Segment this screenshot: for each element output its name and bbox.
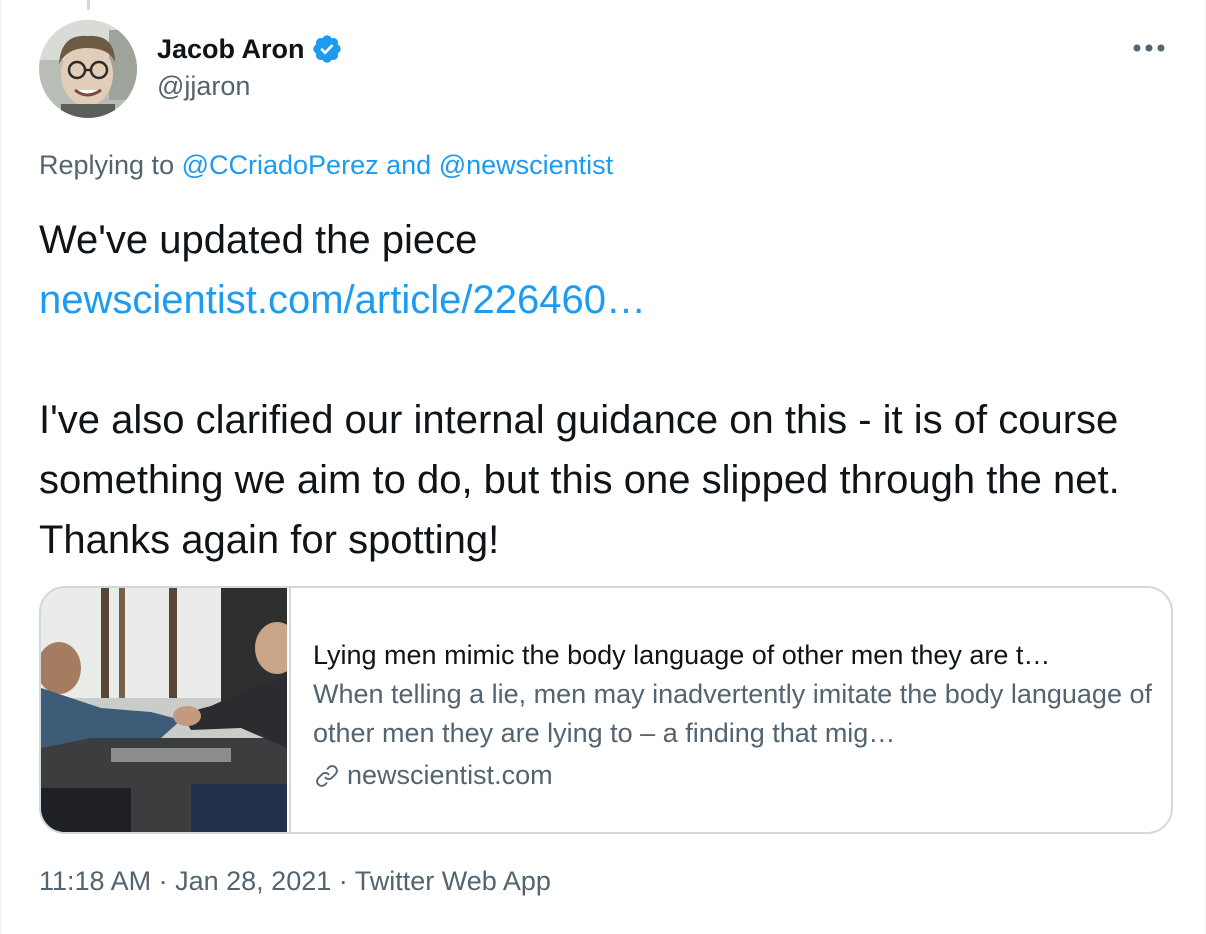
card-title: Lying men mimic the body language of oth… (313, 640, 1051, 670)
author-handle[interactable]: @jjaron (157, 71, 343, 102)
replying-prefix: Replying to (39, 150, 175, 180)
replying-to: Replying to @CCriadoPerez and @newscient… (39, 150, 613, 181)
tweet-article-link[interactable]: newscientist.com/article/226460… (39, 278, 646, 322)
tweet-text: We've updated the piece newscientist.com… (39, 210, 1149, 570)
reply-joiner: and (386, 150, 432, 180)
reply-user-link-2[interactable]: @newscientist (439, 150, 613, 180)
link-preview-card[interactable]: Lying men mimic the body language of oth… (39, 586, 1173, 834)
card-image (41, 588, 291, 832)
tweet-date[interactable]: Jan 28, 2021 (175, 866, 331, 896)
reply-user-link-1[interactable]: @CCriadoPerez (182, 150, 379, 180)
card-domain-row: newscientist.com (313, 756, 1151, 795)
link-icon (316, 764, 338, 787)
author-display-name[interactable]: Jacob Aron (157, 34, 305, 65)
tweet-paragraph-2: I've also clarified our internal guidanc… (39, 398, 1120, 562)
tweet-line-1: We've updated the piece (39, 218, 478, 262)
tweet-metadata: 11:18 AM · Jan 28, 2021 · Twitter Web Ap… (39, 866, 551, 897)
card-description: When telling a lie, men may inadvertentl… (313, 679, 1152, 748)
author-avatar[interactable] (39, 20, 137, 118)
more-options-icon (1133, 44, 1165, 52)
card-domain: newscientist.com (347, 760, 553, 790)
thread-connector-line (87, 0, 90, 10)
avatar-photo-icon (39, 20, 137, 118)
tweet-source[interactable]: Twitter Web App (355, 866, 551, 896)
tweet-time[interactable]: 11:18 AM (39, 866, 151, 896)
name-row: Jacob Aron (157, 30, 343, 68)
author-info: Jacob Aron @jjaron (157, 30, 343, 102)
verified-badge-icon (312, 35, 341, 63)
meta-separator-1: · (158, 866, 168, 896)
tweet-container: Jacob Aron @jjaron Replying to @CCriadoP… (0, 0, 1206, 934)
handshake-photo-icon (41, 588, 287, 832)
card-text: Lying men mimic the body language of oth… (291, 588, 1171, 832)
more-options-button[interactable] (1129, 28, 1169, 68)
meta-separator-2: · (338, 866, 348, 896)
